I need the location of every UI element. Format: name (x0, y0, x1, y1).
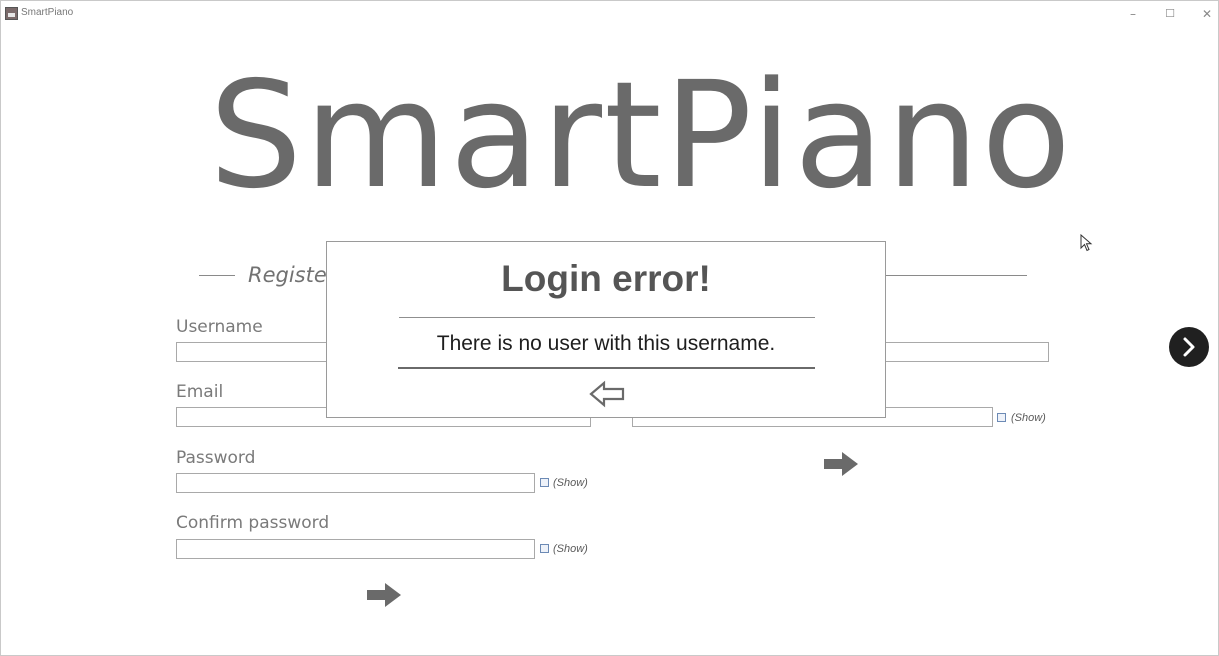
show-confirm-password-checkbox[interactable] (540, 544, 549, 553)
dialog-back-button[interactable] (588, 380, 626, 408)
close-button[interactable]: ✕ (1197, 4, 1217, 24)
dialog-separator-top (399, 317, 815, 318)
register-password-input[interactable] (176, 473, 535, 493)
register-title: Register (248, 263, 336, 287)
minimize-button[interactable]: – (1123, 4, 1143, 24)
register-header-line-left (199, 275, 235, 276)
login-error-dialog: Login error! There is no user with this … (326, 241, 886, 418)
arrow-left-outline-icon (589, 380, 625, 408)
register-confirm-password-input[interactable] (176, 539, 535, 559)
register-username-input[interactable] (176, 342, 336, 362)
dialog-title: Login error! (501, 258, 711, 299)
show-login-password-label: (Show) (1011, 412, 1046, 424)
window-title: SmartPiano (21, 7, 74, 18)
arrow-right-icon (824, 452, 858, 476)
chevron-right-icon (1183, 337, 1195, 357)
show-login-password-checkbox[interactable] (997, 413, 1006, 422)
email-label: Email (176, 382, 224, 402)
confirm-password-label: Confirm password (176, 513, 330, 533)
dialog-message: There is no user with this username. (436, 332, 776, 355)
login-username-input[interactable] (885, 342, 1049, 362)
dialog-separator-bottom (398, 367, 815, 369)
mouse-cursor-icon (1080, 234, 1093, 252)
app-icon (5, 7, 18, 20)
app-window: SmartPiano – ☐ ✕ SmartPiano Register Use… (0, 0, 1219, 656)
password-label: Password (176, 448, 256, 468)
register-submit-button[interactable] (365, 581, 403, 609)
show-confirm-password-label: (Show) (553, 543, 588, 555)
show-password-checkbox[interactable] (540, 478, 549, 487)
next-page-button[interactable] (1169, 327, 1209, 367)
username-label: Username (176, 317, 263, 337)
login-header-line-right (885, 275, 1027, 276)
app-logo: SmartPiano (209, 50, 1074, 221)
maximize-button[interactable]: ☐ (1160, 4, 1180, 24)
title-bar: SmartPiano – ☐ ✕ (1, 1, 1218, 27)
login-submit-button[interactable] (822, 450, 860, 478)
arrow-right-icon (367, 583, 401, 607)
show-password-label: (Show) (553, 477, 588, 489)
